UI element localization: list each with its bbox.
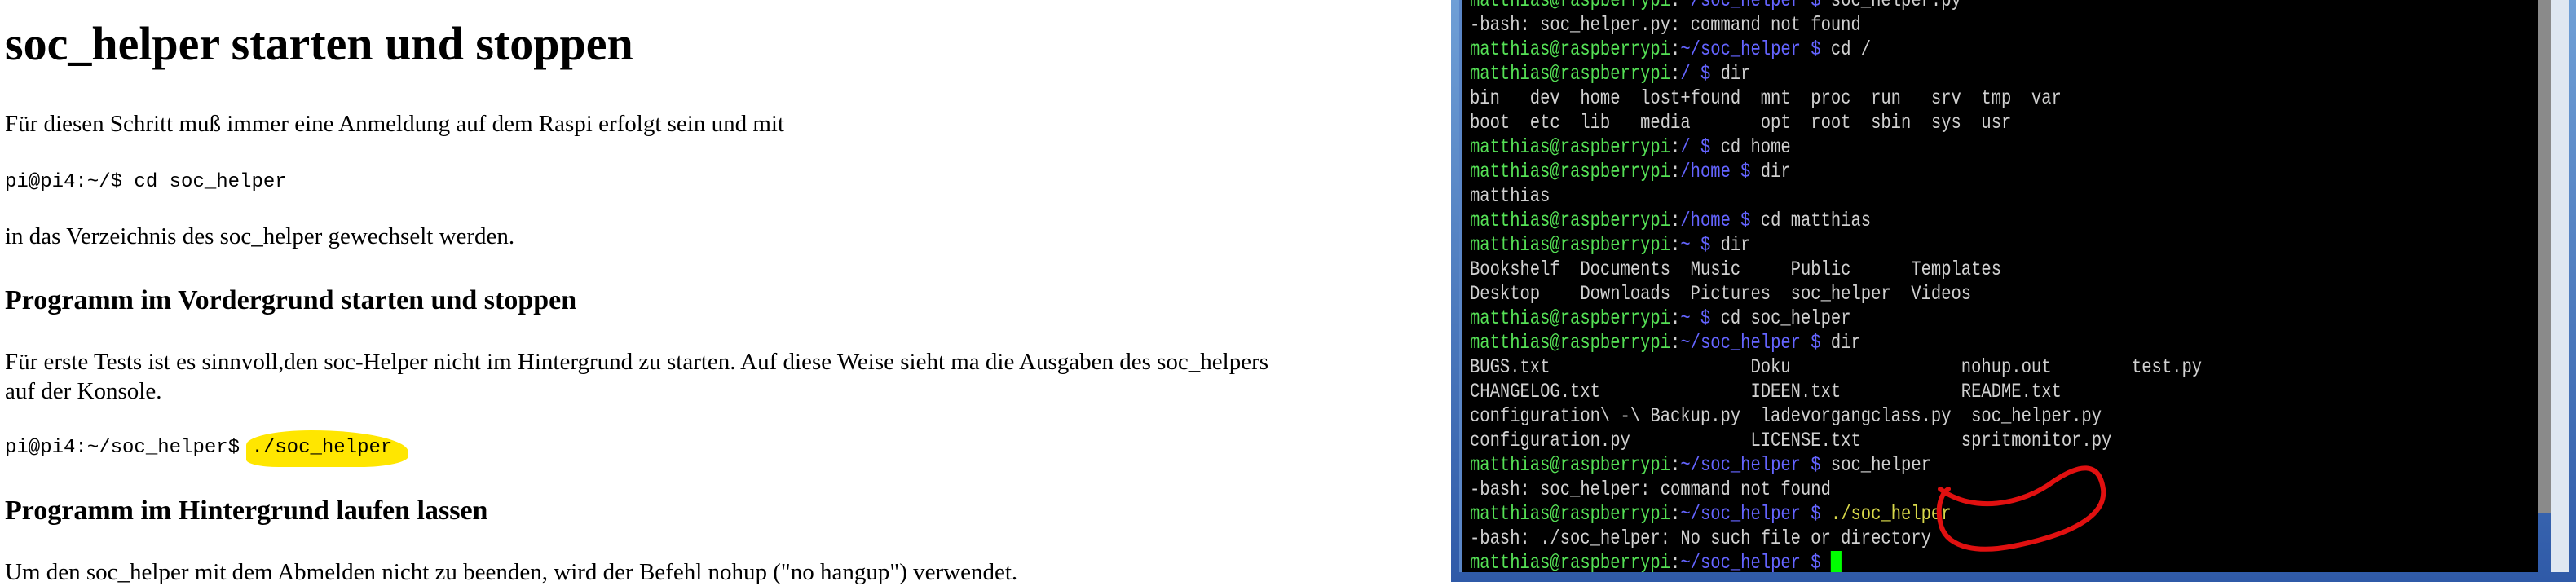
- terminal-line: matthias@raspberrypi:~/soc_helper $ ./so…: [1470, 502, 1952, 527]
- terminal-line: BUGS.txt Doku nohup.out test.py: [1470, 355, 2202, 380]
- paragraph: Um den soc_helper mit dem Abmelden nicht…: [5, 559, 1018, 585]
- terminal-line: CHANGELOG.txt IDEEN.txt README.txt: [1470, 380, 2062, 404]
- terminal-line: boot etc lib media opt root sbin sys usr: [1470, 111, 2011, 135]
- terminal-text: configuration\ -\ Backup.py ladevorgangc…: [1470, 404, 2102, 428]
- paragraph: auf der Konsole.: [5, 378, 162, 404]
- prompt-path: /home $: [1680, 209, 1761, 232]
- document-page: soc_helper starten und stoppen Für diese…: [0, 0, 1451, 585]
- terminal-text: BUGS.txt Doku nohup.out test.py: [1470, 355, 2203, 379]
- terminal-line: matthias@raspberrypi:/ $ dir: [1470, 62, 1750, 86]
- terminal-scrollbar[interactable]: [2538, 0, 2551, 513]
- terminal-text: cd home: [1720, 135, 1791, 159]
- terminal-text: :: [1670, 331, 1681, 355]
- terminal-text: :: [1670, 62, 1681, 86]
- terminal-line: matthias@raspberrypi:~/soc_helper $ soc_…: [1470, 0, 1961, 13]
- code-line: pi@pi4:~/$ cd soc_helper: [5, 171, 287, 193]
- prompt-path: / $: [1680, 135, 1721, 159]
- terminal-line: -bash: ./soc_helper: No such file or dir…: [1470, 527, 1931, 551]
- terminal-line: configuration\ -\ Backup.py ladevorgangc…: [1470, 404, 2102, 429]
- code-prompt: pi@pi4:~/soc_helper$: [5, 437, 252, 459]
- terminal-line: Desktop Downloads Pictures soc_helper Vi…: [1470, 282, 1971, 306]
- prompt-path: /home $: [1680, 160, 1761, 183]
- terminal-line: matthias@raspberrypi:~/soc_helper $ soc_…: [1470, 453, 1931, 478]
- terminal-text: -bash: soc_helper.py: command not found: [1470, 13, 1861, 37]
- red-annotation-circle: [1936, 465, 2106, 552]
- section-heading: Programm im Hintergrund laufen lassen: [5, 496, 488, 526]
- paragraph: Für erste Tests ist es sinnvoll,den soc-…: [5, 349, 1269, 375]
- prompt-user: matthias@raspberrypi: [1470, 502, 1671, 526]
- terminal-line: bin dev home lost+found mnt proc run srv…: [1470, 86, 2062, 111]
- terminal-text: :: [1670, 160, 1681, 183]
- terminal-text: cd /: [1830, 37, 1872, 61]
- terminal-line: -bash: soc_helper.py: command not found: [1470, 13, 1861, 37]
- terminal-text: Bookshelf Documents Music Public Templat…: [1470, 258, 2002, 281]
- terminal-text: :: [1670, 551, 1681, 572]
- terminal-text: dir: [1720, 233, 1751, 257]
- terminal-text: :: [1670, 37, 1681, 61]
- terminal-text: cd soc_helper: [1720, 306, 1851, 330]
- prompt-user: matthias@raspberrypi: [1470, 135, 1671, 159]
- terminal-text: dir: [1830, 331, 1861, 355]
- terminal-text: Desktop Downloads Pictures soc_helper Vi…: [1470, 282, 1972, 306]
- prompt-path: ~/soc_helper $: [1680, 0, 1831, 12]
- terminal-line: matthias@raspberrypi:~/soc_helper $ cd /: [1470, 37, 1871, 62]
- prompt-path: ~/soc_helper $: [1680, 331, 1831, 355]
- terminal-line: matthias@raspberrypi:~ $ dir: [1470, 233, 1750, 258]
- terminal-line: matthias@raspberrypi:/home $ cd matthias: [1470, 209, 1871, 233]
- page-title: soc_helper starten und stoppen: [5, 17, 633, 70]
- prompt-path: ~ $: [1680, 233, 1721, 257]
- prompt-path: ~/soc_helper $: [1680, 502, 1831, 526]
- prompt-user: matthias@raspberrypi: [1470, 0, 1671, 12]
- terminal-text: CHANGELOG.txt IDEEN.txt README.txt: [1470, 380, 2062, 403]
- prompt-path: ~/soc_helper $: [1680, 551, 1831, 572]
- prompt-user: matthias@raspberrypi: [1470, 160, 1671, 183]
- prompt-path: ~/soc_helper $: [1680, 453, 1831, 477]
- terminal-text: matthias: [1470, 184, 1550, 208]
- prompt-user: matthias@raspberrypi: [1470, 453, 1671, 477]
- prompt-user: matthias@raspberrypi: [1470, 551, 1671, 572]
- terminal-line: configuration.py LICENSE.txt spritmonito…: [1470, 429, 2111, 453]
- terminal-text: boot etc lib media opt root sbin sys usr: [1470, 111, 2012, 134]
- terminal-text: bin dev home lost+found mnt proc run srv…: [1470, 86, 2062, 110]
- terminal-line: matthias@raspberrypi:~ $ cd soc_helper: [1470, 306, 1851, 331]
- terminal-text: :: [1670, 502, 1681, 526]
- terminal-text: :: [1670, 233, 1681, 257]
- terminal-line: matthias@raspberrypi:~/soc_helper $ dir: [1470, 331, 1861, 355]
- terminal-text: :: [1670, 0, 1681, 12]
- terminal-text: dir: [1720, 62, 1751, 86]
- paragraph: Für diesen Schritt muß immer eine Anmeld…: [5, 111, 785, 137]
- terminal-text: -bash: ./soc_helper: No such file or dir…: [1470, 527, 1931, 550]
- prompt-user: matthias@raspberrypi: [1470, 62, 1671, 86]
- terminal-text: :: [1670, 306, 1681, 330]
- highlighted-command: ./soc_helper: [251, 437, 393, 459]
- section-heading: Programm im Vordergrund starten und stop…: [5, 285, 577, 315]
- terminal-text: -bash: soc_helper: command not found: [1470, 478, 1831, 501]
- prompt-user: matthias@raspberrypi: [1470, 233, 1671, 257]
- prompt-path: ~ $: [1680, 306, 1721, 330]
- terminal-text: configuration.py LICENSE.txt spritmonito…: [1470, 429, 2112, 452]
- terminal-text: soc_helper: [1830, 453, 1931, 477]
- terminal-line: matthias@raspberrypi:/ $ cd home: [1470, 135, 1791, 160]
- terminal-text: soc_helper.py: [1830, 0, 1961, 12]
- terminal-text: dir: [1760, 160, 1791, 183]
- terminal-line: matthias@raspberrypi:/home $ dir: [1470, 160, 1791, 184]
- prompt-user: matthias@raspberrypi: [1470, 37, 1671, 61]
- terminal-line: matthias@raspberrypi:~/soc_helper $: [1470, 551, 1842, 572]
- terminal-line: -bash: soc_helper: command not found: [1470, 478, 1831, 502]
- terminal-cursor: [1830, 551, 1842, 572]
- window-frame: [2551, 0, 2569, 572]
- paragraph: in das Verzeichnis des soc_helper gewech…: [5, 223, 515, 249]
- terminal-line: Bookshelf Documents Music Public Templat…: [1470, 258, 2001, 282]
- prompt-user: matthias@raspberrypi: [1470, 331, 1671, 355]
- prompt-user: matthias@raspberrypi: [1470, 209, 1671, 232]
- terminal-text: :: [1670, 453, 1681, 477]
- terminal-text: :: [1670, 135, 1681, 159]
- prompt-user: matthias@raspberrypi: [1470, 306, 1671, 330]
- code-line: pi@pi4:~/soc_helper$ ./soc_helper: [5, 437, 392, 459]
- prompt-path: ~/soc_helper $: [1680, 37, 1831, 61]
- terminal-line: matthias: [1470, 184, 1550, 209]
- prompt-path: / $: [1680, 62, 1721, 86]
- terminal-text: cd matthias: [1760, 209, 1872, 232]
- terminal-text: :: [1670, 209, 1681, 232]
